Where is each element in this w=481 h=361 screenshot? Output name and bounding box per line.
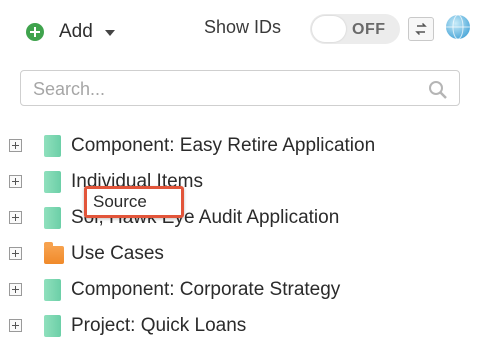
- plus-circle-icon: [26, 23, 44, 41]
- tree-item[interactable]: Individual Items: [0, 168, 481, 198]
- expand-icon[interactable]: [9, 247, 22, 260]
- component-icon: [44, 279, 61, 301]
- component-icon: [44, 135, 61, 157]
- expand-icon[interactable]: [9, 139, 22, 152]
- add-label: Add: [59, 21, 93, 42]
- add-button[interactable]: Add: [26, 17, 115, 47]
- folder-icon: [44, 242, 64, 264]
- tree-item[interactable]: Project: Quick Loans: [0, 312, 481, 342]
- component-icon: [44, 207, 61, 229]
- tree-item-label: Component: Easy Retire Application: [71, 135, 376, 156]
- expand-icon[interactable]: [9, 283, 22, 296]
- swap-button[interactable]: [408, 17, 434, 41]
- source-tooltip: Source: [84, 186, 184, 218]
- show-ids-toggle[interactable]: OFF: [310, 14, 400, 44]
- toggle-knob: [312, 16, 346, 42]
- toggle-state: OFF: [352, 21, 386, 38]
- search-icon[interactable]: [427, 79, 449, 101]
- tree-item-label: Project: Quick Loans: [71, 315, 247, 336]
- globe-button[interactable]: [445, 14, 471, 40]
- search-input[interactable]: [31, 75, 415, 103]
- tree-item-label: Use Cases: [71, 243, 164, 264]
- tree-item[interactable]: Use Cases: [0, 240, 481, 270]
- search-box: [20, 70, 460, 106]
- globe-icon: [446, 14, 470, 40]
- tree-item[interactable]: Component: Corporate Strategy: [0, 276, 481, 306]
- toolbar: Add Show IDs OFF: [0, 0, 481, 62]
- expand-icon[interactable]: [9, 319, 22, 332]
- expand-icon[interactable]: [9, 211, 22, 224]
- tree-item[interactable]: Sol, Hawk Eye Audit Application: [0, 204, 481, 234]
- tree-item-label: Component: Corporate Strategy: [71, 279, 341, 300]
- component-icon: [44, 315, 61, 337]
- component-icon: [44, 171, 61, 193]
- chevron-down-icon: [104, 30, 115, 36]
- swap-icon: [415, 22, 427, 36]
- expand-icon[interactable]: [9, 175, 22, 188]
- tree-item[interactable]: Component: Easy Retire Application: [0, 132, 481, 162]
- object-tree-panel: Add Show IDs OFF Search... Component: Ea…: [0, 0, 481, 361]
- show-ids-label: Show IDs: [204, 17, 282, 37]
- tooltip-text: Source: [93, 192, 147, 211]
